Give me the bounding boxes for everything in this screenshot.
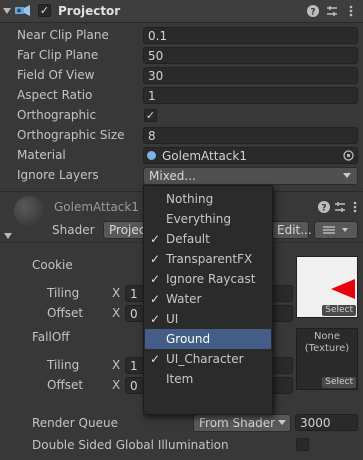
check-icon: ✓: [149, 312, 161, 326]
double-sided-gi-checkbox[interactable]: [296, 438, 309, 451]
field-of-view-label: Field Of View: [17, 68, 95, 82]
layer-menu-item[interactable]: Everything: [145, 209, 271, 229]
far-clip-plane-field[interactable]: 50: [143, 47, 358, 64]
cookie-tiling-x-label: X: [112, 286, 121, 300]
layer-menu-item-label: Default: [166, 232, 210, 246]
material-section-title: GolemAttack1: [54, 200, 139, 214]
cookie-offset-y-field[interactable]: [271, 305, 293, 322]
check-icon: ✓: [149, 352, 161, 366]
layer-menu-item[interactable]: Item: [145, 369, 271, 389]
material-value: GolemAttack1: [162, 149, 247, 163]
cookie-offset-x-label: X: [112, 306, 121, 320]
projector-icon: [14, 3, 31, 18]
more-vert-icon[interactable]: [344, 4, 358, 18]
none-texture-label: None (Texture): [304, 331, 350, 354]
falloff-tiling-label: Tiling: [47, 358, 80, 372]
falloff-texture-slot[interactable]: None (Texture) Select: [296, 328, 358, 390]
far-clip-plane-label: Far Clip Plane: [17, 48, 99, 62]
cookie-offset-x-field[interactable]: 0: [125, 305, 145, 322]
help-icon[interactable]: ?: [306, 4, 320, 18]
foldout-arrow-icon[interactable]: [3, 8, 11, 14]
falloff-offset-label: Offset: [47, 378, 84, 392]
component-title: Projector: [58, 4, 121, 18]
ignore-layers-menu: Nothing Everything ✓ Default ✓ TransparentFX ✓…: [143, 185, 273, 415]
falloff-tiling-y-field[interactable]: [271, 357, 293, 374]
shader-options-button[interactable]: [314, 221, 358, 239]
layer-menu-item[interactable]: ✓ Ignore Raycast: [145, 269, 271, 289]
cookie-select-button[interactable]: Select: [322, 305, 356, 316]
falloff-label: FallOff: [32, 330, 70, 344]
render-queue-label: Render Queue: [32, 416, 118, 430]
layer-menu-item-label: UI: [166, 312, 179, 326]
ignore-layers-value: Mixed...: [149, 169, 196, 183]
preset-icon[interactable]: [325, 4, 339, 18]
falloff-tiling-x-label: X: [112, 358, 121, 372]
material-label: Material: [17, 148, 66, 162]
svg-text:?: ?: [310, 8, 315, 18]
cookie-offset-label: Offset: [47, 306, 84, 320]
cookie-label: Cookie: [32, 258, 73, 272]
orthographic-size-field[interactable]: 8: [143, 127, 358, 144]
render-queue-value-field[interactable]: 3000: [295, 414, 358, 431]
render-queue-mode-value: From Shader: [199, 416, 276, 430]
falloff-offset-x-label: X: [112, 378, 121, 392]
layer-menu-item[interactable]: ✓ TransparentFX: [145, 249, 271, 269]
list-icon: [323, 226, 348, 234]
near-clip-plane-field[interactable]: 0.1: [143, 27, 358, 44]
layer-menu-item[interactable]: ✓ Water: [145, 289, 271, 309]
aspect-ratio-label: Aspect Ratio: [17, 88, 93, 102]
ignore-layers-label: Ignore Layers: [17, 168, 99, 182]
cookie-texture-preview: [331, 279, 355, 299]
layer-menu-item-label: Ground: [166, 332, 211, 346]
chevron-down-icon: [343, 173, 351, 178]
cookie-tiling-x-field[interactable]: 1: [125, 285, 145, 302]
near-clip-plane-label: Near Clip Plane: [17, 28, 109, 42]
cookie-texture-slot[interactable]: Select: [296, 256, 358, 318]
layer-menu-item[interactable]: ✓ UI_Character: [145, 349, 271, 369]
material-more-vert-icon[interactable]: [348, 200, 362, 214]
aspect-ratio-field[interactable]: 1: [143, 87, 358, 104]
edit-shader-button[interactable]: Edit...: [271, 221, 312, 239]
material-field[interactable]: GolemAttack1: [143, 147, 358, 164]
check-icon: ✓: [149, 292, 161, 306]
check-icon: ✓: [149, 272, 161, 286]
cookie-tiling-label: Tiling: [47, 286, 80, 300]
orthographic-size-label: Orthographic Size: [17, 128, 125, 142]
orthographic-label: Orthographic: [17, 108, 97, 122]
material-icon: [147, 151, 156, 160]
layer-menu-item[interactable]: ✓ Default: [145, 229, 271, 249]
layer-menu-item[interactable]: Ground: [145, 329, 271, 349]
render-queue-chevron-icon: [278, 420, 286, 425]
check-icon: ✓: [149, 252, 161, 266]
layer-menu-item-label: UI_Character: [166, 352, 244, 366]
material-help-icon[interactable]: ?: [317, 200, 331, 214]
layer-menu-item-label: Water: [166, 292, 202, 306]
material-foldout-icon[interactable]: [4, 233, 12, 239]
orthographic-checkbox[interactable]: ✓: [144, 109, 157, 122]
falloff-tiling-x-field[interactable]: 1: [125, 357, 145, 374]
layer-menu-item-label: TransparentFX: [166, 252, 253, 266]
material-preset-icon[interactable]: [333, 200, 347, 214]
layer-menu-item-label: Nothing: [166, 192, 214, 206]
svg-text:?: ?: [321, 204, 326, 214]
falloff-select-button[interactable]: Select: [322, 377, 356, 388]
layer-menu-item[interactable]: ✓ UI: [145, 309, 271, 329]
render-queue-mode-dropdown[interactable]: From Shader: [193, 414, 291, 432]
cookie-tiling-y-field[interactable]: [271, 285, 293, 302]
layer-menu-item[interactable]: Nothing: [145, 189, 271, 209]
component-enabled-checkbox[interactable]: ✓: [38, 4, 51, 17]
check-icon: ✓: [149, 232, 161, 246]
layer-menu-item-label: Ignore Raycast: [166, 272, 256, 286]
shader-dropdown[interactable]: Projec: [103, 221, 148, 239]
double-sided-gi-label: Double Sided Global Illumination: [32, 438, 229, 452]
object-picker-icon[interactable]: [343, 150, 354, 161]
shader-label: Shader: [52, 223, 95, 237]
field-of-view-field[interactable]: 30: [143, 67, 358, 84]
layer-menu-item-label: Item: [166, 372, 194, 386]
layer-menu-item-label: Everything: [166, 212, 231, 226]
material-preview-sphere: [14, 196, 44, 226]
ignore-layers-dropdown[interactable]: Mixed...: [143, 167, 358, 185]
